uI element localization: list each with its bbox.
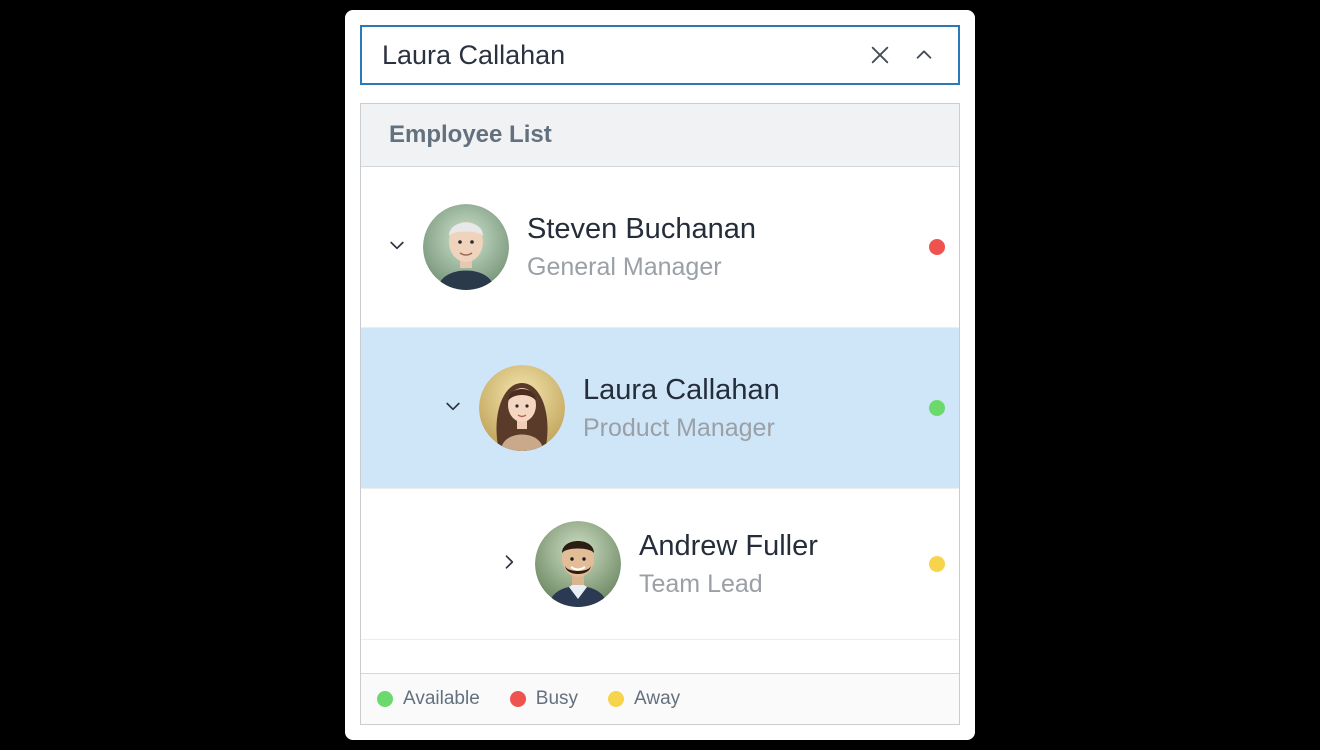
- employee-tree-list[interactable]: Steven Buchanan General Manager: [361, 167, 959, 673]
- employee-name: Andrew Fuller: [639, 529, 915, 564]
- dropdown-tree-panel: Employee List: [345, 10, 975, 740]
- dropdown-header: Employee List: [361, 104, 959, 167]
- avatar: [423, 204, 509, 290]
- chevron-right-icon: [499, 552, 519, 577]
- legend-label: Away: [634, 688, 680, 710]
- chevron-down-icon: [387, 235, 407, 260]
- status-dot-available: [929, 400, 945, 416]
- avatar: [479, 365, 565, 451]
- legend-label: Busy: [536, 688, 578, 710]
- expander-button[interactable]: [489, 552, 529, 577]
- legend-busy: Busy: [510, 688, 578, 710]
- status-dot-busy: [510, 691, 526, 707]
- status-dot-away: [608, 691, 624, 707]
- item-text: Laura Callahan Product Manager: [583, 373, 915, 443]
- status-dot-away: [929, 556, 945, 572]
- employee-name: Laura Callahan: [583, 373, 915, 408]
- tree-item-laura-callahan[interactable]: Laura Callahan Product Manager: [361, 328, 959, 489]
- tree-item-andrew-fuller[interactable]: Andrew Fuller Team Lead: [361, 489, 959, 640]
- clear-button[interactable]: [858, 33, 902, 77]
- status-dot-available: [377, 691, 393, 707]
- chevron-down-icon: [443, 396, 463, 421]
- employee-input[interactable]: [380, 39, 858, 72]
- legend-available: Available: [377, 688, 480, 710]
- status-indicator: [915, 556, 959, 572]
- employee-name: Steven Buchanan: [527, 212, 915, 247]
- expander-button[interactable]: [433, 396, 473, 421]
- employee-title: General Manager: [527, 253, 915, 282]
- employee-dropdown-popup: Employee List: [360, 103, 960, 725]
- legend-label: Available: [403, 688, 480, 710]
- item-text: Steven Buchanan General Manager: [527, 212, 915, 282]
- status-indicator: [915, 400, 959, 416]
- toggle-dropdown-button[interactable]: [902, 33, 946, 77]
- employee-title: Product Manager: [583, 414, 915, 443]
- close-icon: [869, 44, 891, 66]
- employee-title: Team Lead: [639, 570, 915, 599]
- tree-item-steven-buchanan[interactable]: Steven Buchanan General Manager: [361, 167, 959, 328]
- status-indicator: [915, 239, 959, 255]
- legend-away: Away: [608, 688, 680, 710]
- status-legend: Available Busy Away: [361, 673, 959, 724]
- employee-combobox[interactable]: [360, 25, 960, 85]
- status-dot-busy: [929, 239, 945, 255]
- avatar: [535, 521, 621, 607]
- chevron-up-icon: [913, 44, 935, 66]
- expander-button[interactable]: [377, 235, 417, 260]
- item-text: Andrew Fuller Team Lead: [639, 529, 915, 599]
